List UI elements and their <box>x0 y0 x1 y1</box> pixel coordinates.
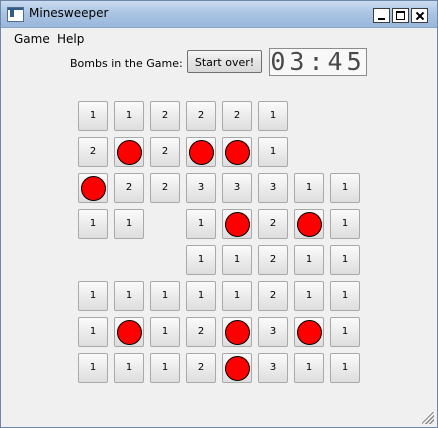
mine-cell[interactable] <box>186 137 216 167</box>
number-cell[interactable]: 1 <box>330 173 360 203</box>
number-cell[interactable]: 2 <box>258 245 288 275</box>
number-cell[interactable]: 1 <box>150 353 180 383</box>
mine-cell[interactable] <box>222 209 252 239</box>
number-cell[interactable]: 1 <box>330 245 360 275</box>
number-cell[interactable]: 3 <box>258 317 288 347</box>
resize-grip-icon[interactable] <box>422 412 434 424</box>
minimize-button[interactable] <box>373 8 390 23</box>
bomb-icon <box>189 140 214 165</box>
number-cell[interactable]: 2 <box>222 101 252 131</box>
number-cell[interactable]: 2 <box>186 317 216 347</box>
window-title: Minesweeper <box>29 6 109 20</box>
app-icon <box>7 7 24 22</box>
mine-cell[interactable] <box>294 317 324 347</box>
bomb-icon <box>225 356 250 381</box>
number-cell[interactable]: 2 <box>150 101 180 131</box>
bomb-icon <box>225 320 250 345</box>
number-cell[interactable]: 1 <box>294 245 324 275</box>
number-cell[interactable]: 1 <box>330 353 360 383</box>
number-cell[interactable]: 1 <box>186 245 216 275</box>
close-button[interactable] <box>411 8 428 23</box>
bomb-icon <box>225 140 250 165</box>
number-cell[interactable]: 1 <box>330 209 360 239</box>
number-cell[interactable]: 3 <box>258 353 288 383</box>
number-cell[interactable]: 1 <box>150 317 180 347</box>
mine-cell[interactable] <box>222 317 252 347</box>
number-cell[interactable]: 1 <box>294 281 324 311</box>
mine-cell[interactable] <box>222 137 252 167</box>
start-over-button[interactable]: Start over! <box>187 50 262 73</box>
bomb-icon <box>81 176 106 201</box>
number-cell[interactable]: 1 <box>114 209 144 239</box>
bombs-count-label: Bombs in the Game: 10 <box>70 57 201 70</box>
number-cell[interactable]: 2 <box>78 137 108 167</box>
number-cell[interactable]: 2 <box>114 173 144 203</box>
mine-cell[interactable] <box>114 317 144 347</box>
number-cell[interactable]: 1 <box>330 281 360 311</box>
number-cell[interactable]: 1 <box>78 209 108 239</box>
number-cell[interactable]: 2 <box>150 173 180 203</box>
menu-game[interactable]: Game <box>14 32 50 46</box>
number-cell[interactable]: 3 <box>222 173 252 203</box>
menu-help[interactable]: Help <box>57 32 84 46</box>
bomb-icon <box>117 140 142 165</box>
number-cell[interactable]: 2 <box>258 281 288 311</box>
mine-cell[interactable] <box>294 209 324 239</box>
number-cell[interactable]: 1 <box>186 209 216 239</box>
number-cell[interactable]: 2 <box>186 101 216 131</box>
number-cell[interactable]: 1 <box>258 137 288 167</box>
bomb-icon <box>225 212 250 237</box>
number-cell[interactable]: 3 <box>186 173 216 203</box>
number-cell[interactable]: 1 <box>114 353 144 383</box>
number-cell[interactable]: 3 <box>258 173 288 203</box>
title-bar[interactable]: Minesweeper <box>1 1 437 28</box>
number-cell[interactable]: 1 <box>222 245 252 275</box>
number-cell[interactable]: 2 <box>258 209 288 239</box>
timer-display: 03:45 <box>269 48 367 76</box>
number-cell[interactable]: 1 <box>78 281 108 311</box>
number-cell[interactable]: 1 <box>186 281 216 311</box>
app-window: Minesweeper Game Help Bombs in the Game:… <box>0 0 438 428</box>
number-cell[interactable]: 1 <box>150 281 180 311</box>
number-cell[interactable]: 1 <box>258 101 288 131</box>
bomb-icon <box>297 212 322 237</box>
number-cell[interactable]: 1 <box>222 281 252 311</box>
number-cell[interactable]: 2 <box>186 353 216 383</box>
number-cell[interactable]: 1 <box>114 101 144 131</box>
number-cell[interactable]: 1 <box>294 353 324 383</box>
mine-cell[interactable] <box>222 353 252 383</box>
timer-text: 03:45 <box>270 47 366 76</box>
number-cell[interactable]: 2 <box>150 137 180 167</box>
bomb-icon <box>297 320 322 345</box>
number-cell[interactable]: 1 <box>294 173 324 203</box>
number-cell[interactable]: 1 <box>78 101 108 131</box>
maximize-button[interactable] <box>392 8 409 23</box>
mine-cell[interactable] <box>114 137 144 167</box>
number-cell[interactable]: 1 <box>78 353 108 383</box>
number-cell[interactable]: 1 <box>114 281 144 311</box>
number-cell[interactable]: 1 <box>330 317 360 347</box>
number-cell[interactable]: 1 <box>78 317 108 347</box>
bomb-icon <box>117 320 142 345</box>
mine-cell[interactable] <box>78 173 108 203</box>
menu-bar: Game Help <box>1 29 437 49</box>
